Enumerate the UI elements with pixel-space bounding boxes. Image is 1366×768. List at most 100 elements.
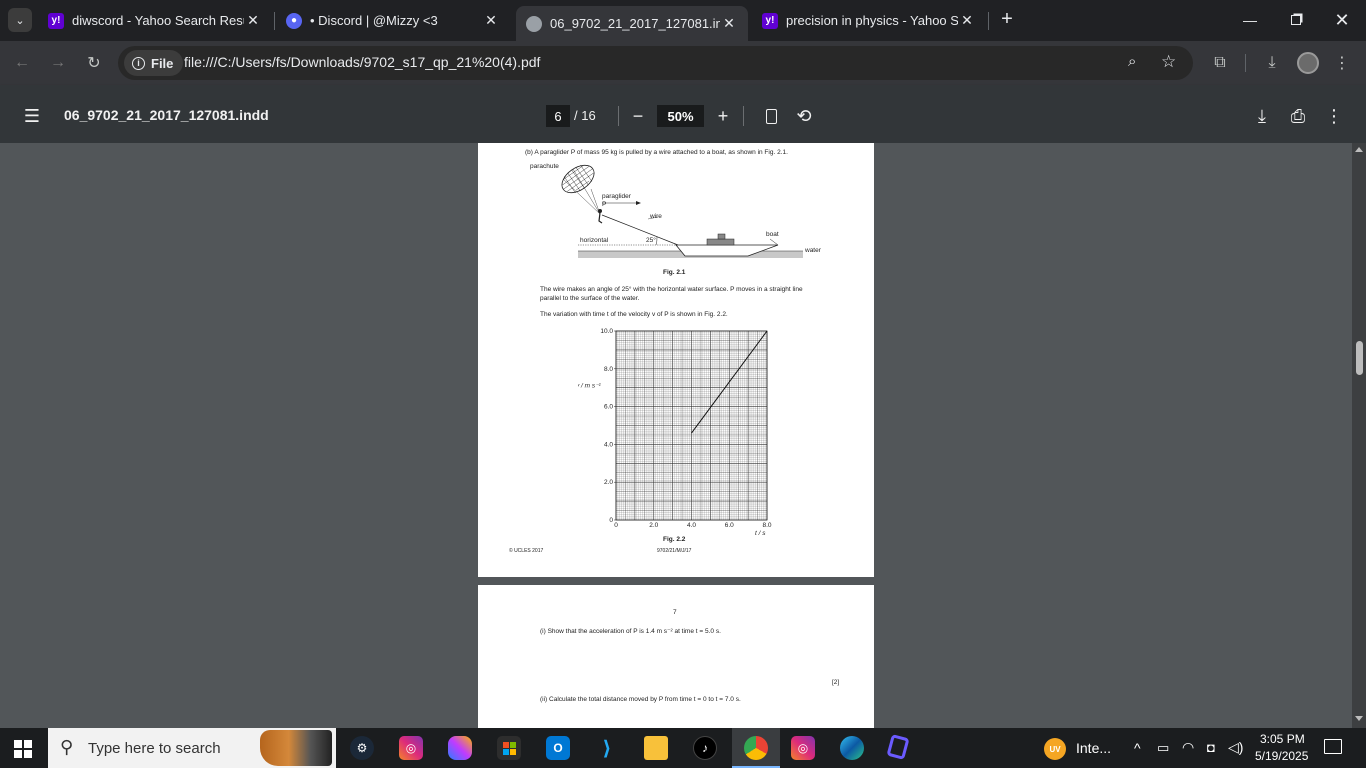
downloads-icon[interactable]: ⤓ [1260, 51, 1284, 75]
search-icon: ⚲ [60, 737, 74, 757]
volume-icon[interactable]: ◁) [1228, 739, 1243, 756]
tab-title: 06_9702_21_2017_127081.indd [550, 16, 720, 31]
clock-time[interactable]: 3:05 PM [1260, 732, 1305, 746]
marks-label: [2] [832, 679, 840, 686]
y-tick-label: 4.0 [604, 441, 613, 448]
scroll-up-arrow[interactable] [1355, 147, 1363, 152]
reload-button[interactable]: ↻ [82, 51, 106, 75]
fit-page-button[interactable] [759, 104, 783, 128]
velocity-time-graph: 0 2.0 4.0 6.0 8.0 0 2.0 4.0 6.0 8.0 10.0 t / s v / m… [578, 328, 772, 537]
zoom-out-button[interactable]: − [626, 104, 650, 128]
sidebar-menu-button[interactable]: ☰ [20, 104, 44, 128]
tab-0[interactable]: y! diwscord - Yahoo Search Result ✕ [40, 6, 270, 35]
tab-title: precision in physics - Yahoo Sea [786, 13, 958, 28]
clock-date[interactable]: 5/19/2025 [1255, 749, 1308, 763]
back-button[interactable]: ← [10, 51, 34, 75]
edge-icon[interactable] [840, 736, 864, 760]
url-text: file:///C:/Users/fs/Downloads/9702_s17_q… [184, 54, 541, 70]
meet-icon[interactable]: ◘ [1207, 740, 1215, 755]
vertical-scrollbar[interactable] [1352, 143, 1366, 728]
extensions-icon[interactable]: ⧉ [1208, 51, 1232, 75]
label-wire: wire [650, 213, 662, 220]
tray-app-label[interactable]: Inte... [1076, 740, 1111, 756]
taskbar-search[interactable]: ⚲ Type here to search [48, 728, 336, 768]
y-tick-label: 6.0 [604, 404, 613, 411]
wifi-icon[interactable]: ◠ [1182, 739, 1194, 756]
vscode-icon[interactable]: ⟩ [595, 736, 619, 760]
outlook-icon[interactable]: O [546, 736, 570, 760]
chevron-up-icon[interactable]: ^ [1134, 740, 1141, 756]
zoom-input[interactable]: 50% [657, 105, 704, 127]
scrollbar-thumb[interactable] [1356, 341, 1363, 375]
profile-avatar[interactable] [1297, 52, 1319, 74]
notifications-icon[interactable] [1324, 739, 1342, 754]
more-actions-button[interactable]: ⋮ [1322, 104, 1346, 128]
label-horizontal: horizontal [580, 237, 609, 244]
close-icon[interactable]: ✕ [482, 12, 500, 29]
pdf-page-7: 7 (i) Show that the acceleration of P is… [478, 585, 874, 728]
close-icon[interactable]: ✕ [244, 12, 262, 29]
chrome-menu-icon[interactable]: ⋮ [1330, 51, 1354, 75]
tab-1[interactable]: ● • Discord | @Mizzy <3 ✕ [278, 6, 508, 35]
label-angle: 25° [646, 237, 656, 244]
rotate-button[interactable]: ⟲ [792, 104, 816, 128]
page-number: 7 [673, 609, 677, 616]
tab-search-button[interactable]: ⌄ [8, 8, 32, 32]
address-bar[interactable]: i File file:///C:/Users/fs/Downloads/970… [118, 46, 1193, 80]
chrome-taskbar-active[interactable] [732, 728, 780, 768]
discord-icon: ● [286, 12, 302, 29]
new-tab-button[interactable]: + [996, 8, 1018, 30]
tab-separator [274, 12, 275, 30]
figure-caption: Fig. 2.2 [663, 536, 686, 543]
tiktok-icon[interactable]: ♪ [693, 736, 717, 760]
store-icon[interactable] [497, 736, 521, 760]
footer-copyright: © UCLES 2017 [509, 548, 544, 554]
y-tick-label: 8.0 [604, 366, 613, 373]
download-button[interactable]: ⤓ [1250, 104, 1274, 128]
instagram-icon[interactable]: ◎ [399, 736, 423, 760]
close-icon[interactable]: ✕ [958, 12, 976, 29]
y-tick-label: 10.0 [600, 328, 613, 335]
battery-icon[interactable]: ▭ [1157, 740, 1169, 756]
document-title: 06_9702_21_2017_127081.indd [64, 107, 269, 123]
pdf-viewer[interactable]: (b) A paraglider P of mass 95 kg is pull… [0, 143, 1366, 728]
pdf-separator [618, 106, 619, 126]
search-placeholder: Type here to search [88, 739, 221, 757]
y-tick-label: 0 [609, 517, 613, 524]
restore-button[interactable] [1284, 6, 1308, 34]
yahoo-icon: y! [762, 12, 778, 29]
label-paraglider: paraglider [602, 193, 631, 200]
close-icon[interactable]: ✕ [720, 15, 738, 32]
page-number-input[interactable]: 6 [546, 105, 570, 127]
forward-button[interactable]: → [46, 51, 70, 75]
paragraph-line: The variation with time t of the velocit… [540, 311, 728, 318]
zoom-icon[interactable]: ⌕ [1128, 53, 1136, 70]
zoom-in-button[interactable]: + [711, 104, 735, 128]
pdf-separator [743, 106, 744, 126]
tray-app-badge[interactable]: UV [1044, 738, 1066, 760]
instagram-icon-2[interactable]: ◎ [791, 736, 815, 760]
start-button[interactable] [14, 740, 32, 758]
footer-code: 9702/21/M/J/17 [657, 548, 692, 554]
figure-caption: Fig. 2.1 [663, 269, 686, 276]
tab-2-active[interactable]: 06_9702_21_2017_127081.indd ✕ [516, 6, 748, 41]
y-axis-label: v / m s⁻¹ [578, 383, 602, 390]
restore-icon [1291, 15, 1301, 25]
tab-3[interactable]: y! precision in physics - Yahoo Sea ✕ [754, 6, 984, 35]
fit-page-icon [765, 108, 777, 124]
windows-taskbar: ⚲ Type here to search ⚙ ◎ O ⟩ ♪ ◎ UV Int… [0, 728, 1366, 768]
pdf-page-6: (b) A paraglider P of mass 95 kg is pull… [478, 143, 874, 577]
steam-icon[interactable]: ⚙ [350, 736, 374, 760]
scroll-down-arrow[interactable] [1355, 716, 1363, 721]
question-i-text: (i) Show that the acceleration of P is 1… [540, 628, 721, 635]
file-explorer-icon[interactable] [644, 736, 668, 760]
print-button[interactable]: ⎙ [1286, 104, 1310, 128]
close-window-button[interactable]: ✕ [1330, 6, 1354, 34]
site-info-chip[interactable]: i File [124, 50, 184, 76]
bookmark-star-icon[interactable]: ☆ [1161, 52, 1176, 72]
copilot-icon[interactable] [448, 736, 472, 760]
app-icon[interactable] [886, 734, 910, 760]
x-tick-label: 6.0 [725, 522, 734, 529]
label-boat: boat [766, 231, 779, 238]
minimize-button[interactable]: — [1238, 6, 1262, 34]
